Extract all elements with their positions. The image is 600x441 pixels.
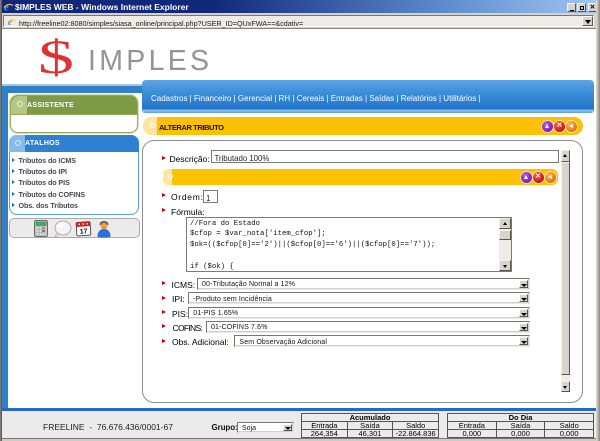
svg-text:17: 17 bbox=[80, 228, 88, 236]
